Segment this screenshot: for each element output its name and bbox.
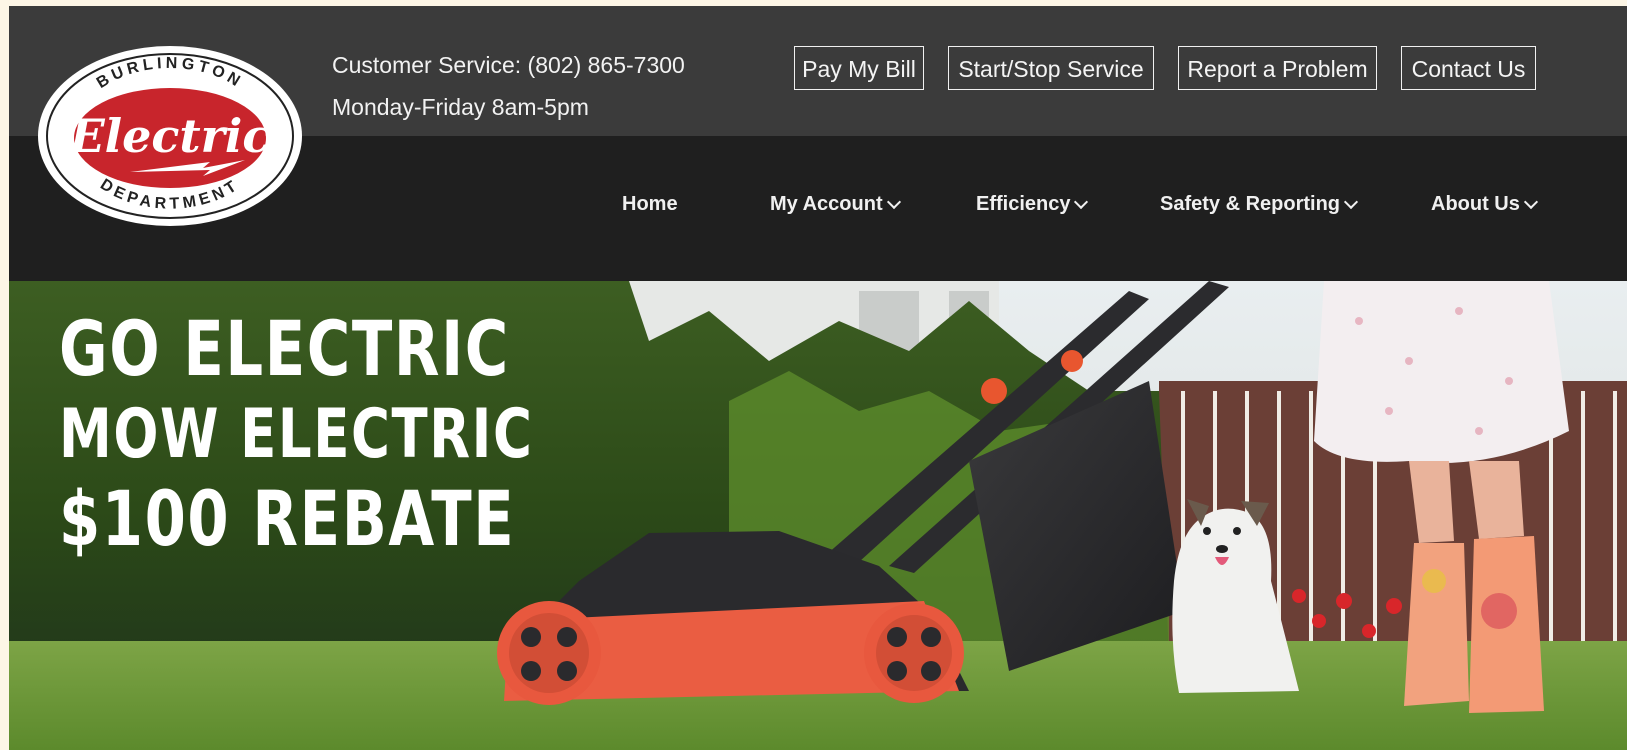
burlington-electric-logo[interactable]: BURLINGTON DEPARTMENT Electric — [35, 44, 305, 228]
nav-safety-reporting[interactable]: Safety & Reporting — [1160, 193, 1359, 216]
nav-efficiency-label: Efficiency — [976, 193, 1071, 215]
chevron-down-icon — [1523, 194, 1538, 209]
nav-efficiency[interactable]: Efficiency — [976, 193, 1089, 216]
hero-line-3: $100 REBATE — [59, 474, 516, 563]
chevron-down-icon — [1074, 194, 1089, 209]
hero-line-1: GO ELECTRIC — [59, 304, 510, 393]
contact-info: Customer Service: (802) 865-7300 Monday-… — [332, 44, 685, 128]
pay-my-bill-button[interactable]: Pay My Bill — [794, 46, 924, 90]
chevron-down-icon — [886, 194, 901, 209]
nav-safety-reporting-label: Safety & Reporting — [1160, 193, 1341, 215]
contact-us-button[interactable]: Contact Us — [1401, 46, 1536, 90]
nav-about-us-label: About Us — [1431, 193, 1520, 215]
site-frame: BURLINGTON DEPARTMENT Electric Customer … — [9, 6, 1627, 750]
nav-my-account[interactable]: My Account — [770, 193, 901, 216]
service-hours: Monday-Friday 8am-5pm — [332, 94, 589, 120]
nav-home-label: Home — [622, 193, 678, 215]
customer-service-phone: Customer Service: (802) 865-7300 — [332, 52, 685, 78]
report-a-problem-button[interactable]: Report a Problem — [1178, 46, 1377, 90]
start-stop-service-button[interactable]: Start/Stop Service — [948, 46, 1154, 90]
chevron-down-icon — [1343, 194, 1359, 209]
hero-headline: GO ELECTRIC MOW ELECTRIC $100 REBATE — [59, 311, 667, 557]
hero-line-2: MOW ELECTRIC — [59, 395, 534, 474]
nav-my-account-label: My Account — [770, 193, 883, 215]
nav-about-us[interactable]: About Us — [1431, 193, 1538, 216]
logo-center-text: Electric — [68, 109, 271, 163]
nav-home[interactable]: Home — [622, 193, 678, 216]
